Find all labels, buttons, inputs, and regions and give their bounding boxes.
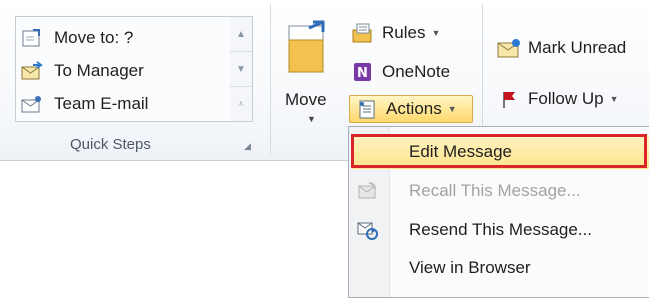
chevron-down-icon: ▼ — [307, 114, 316, 124]
quick-step-label: Move to: ? — [54, 28, 134, 47]
quick-step-label: Team E-mail — [54, 94, 149, 113]
follow-up-button[interactable]: Follow Up ▼ — [496, 86, 619, 112]
quick-steps-group-label: Quick Steps — [70, 136, 151, 153]
scroll-down-icon[interactable]: ▼ — [230, 52, 252, 87]
rules-button[interactable]: Rules ▼ — [350, 20, 440, 46]
flag-icon — [496, 88, 522, 110]
chevron-down-icon: ▼ — [431, 28, 441, 38]
svg-text:N: N — [357, 66, 368, 81]
actions-button[interactable]: Actions ▼ — [349, 95, 473, 123]
menu-item-label: Recall This Message... — [409, 181, 581, 200]
menu-item-label: View in Browser — [409, 258, 531, 277]
highlight-annotation — [351, 134, 647, 168]
recall-message-icon — [352, 179, 382, 203]
follow-up-label: Follow Up — [528, 89, 604, 108]
move-to-icon — [20, 27, 44, 49]
move-button[interactable]: Move ▼ — [283, 18, 341, 128]
chevron-down-icon: ▼ — [609, 94, 619, 104]
menu-item-resend-message[interactable]: Resend This Message... — [352, 213, 649, 247]
mark-unread-label: Mark Unread — [528, 38, 627, 57]
onenote-icon: N — [350, 61, 376, 83]
menu-item-recall-message[interactable]: Recall This Message... — [352, 174, 649, 208]
menu-item-label: Resend This Message... — [409, 220, 592, 239]
move-folder-icon — [285, 18, 333, 83]
quick-step-team-email[interactable]: Team E-mail — [20, 91, 148, 117]
mark-unread-icon — [496, 37, 522, 59]
actions-label: Actions — [386, 99, 442, 118]
onenote-label: OneNote — [382, 62, 451, 81]
actions-icon — [354, 98, 380, 120]
resend-message-icon — [352, 218, 382, 242]
move-label: Move — [285, 90, 327, 109]
rules-icon — [350, 22, 376, 44]
group-divider — [270, 4, 271, 154]
dialog-launcher-icon[interactable]: ◢ — [244, 141, 254, 151]
scroll-up-icon[interactable]: ▲ — [230, 17, 252, 52]
quick-step-to-manager[interactable]: To Manager — [20, 58, 144, 84]
mark-unread-button[interactable]: Mark Unread — [496, 35, 626, 61]
team-email-icon — [20, 93, 44, 115]
quick-steps-gallery: Move to: ? To Manager Team E-mail — [15, 16, 231, 122]
menu-item-view-in-browser[interactable]: View in Browser — [352, 251, 649, 285]
chevron-down-icon: ▼ — [447, 104, 457, 114]
onenote-button[interactable]: N OneNote — [350, 59, 450, 85]
rules-label: Rules — [382, 23, 426, 42]
quick-step-label: To Manager — [54, 61, 144, 80]
quick-steps-scrollbar[interactable]: ▲ ▼ ⩡ — [230, 16, 253, 122]
to-manager-icon — [20, 60, 44, 82]
quick-step-move-to[interactable]: Move to: ? — [20, 25, 133, 51]
gallery-more-icon[interactable]: ⩡ — [230, 87, 252, 121]
view-in-browser-icon — [352, 256, 382, 280]
